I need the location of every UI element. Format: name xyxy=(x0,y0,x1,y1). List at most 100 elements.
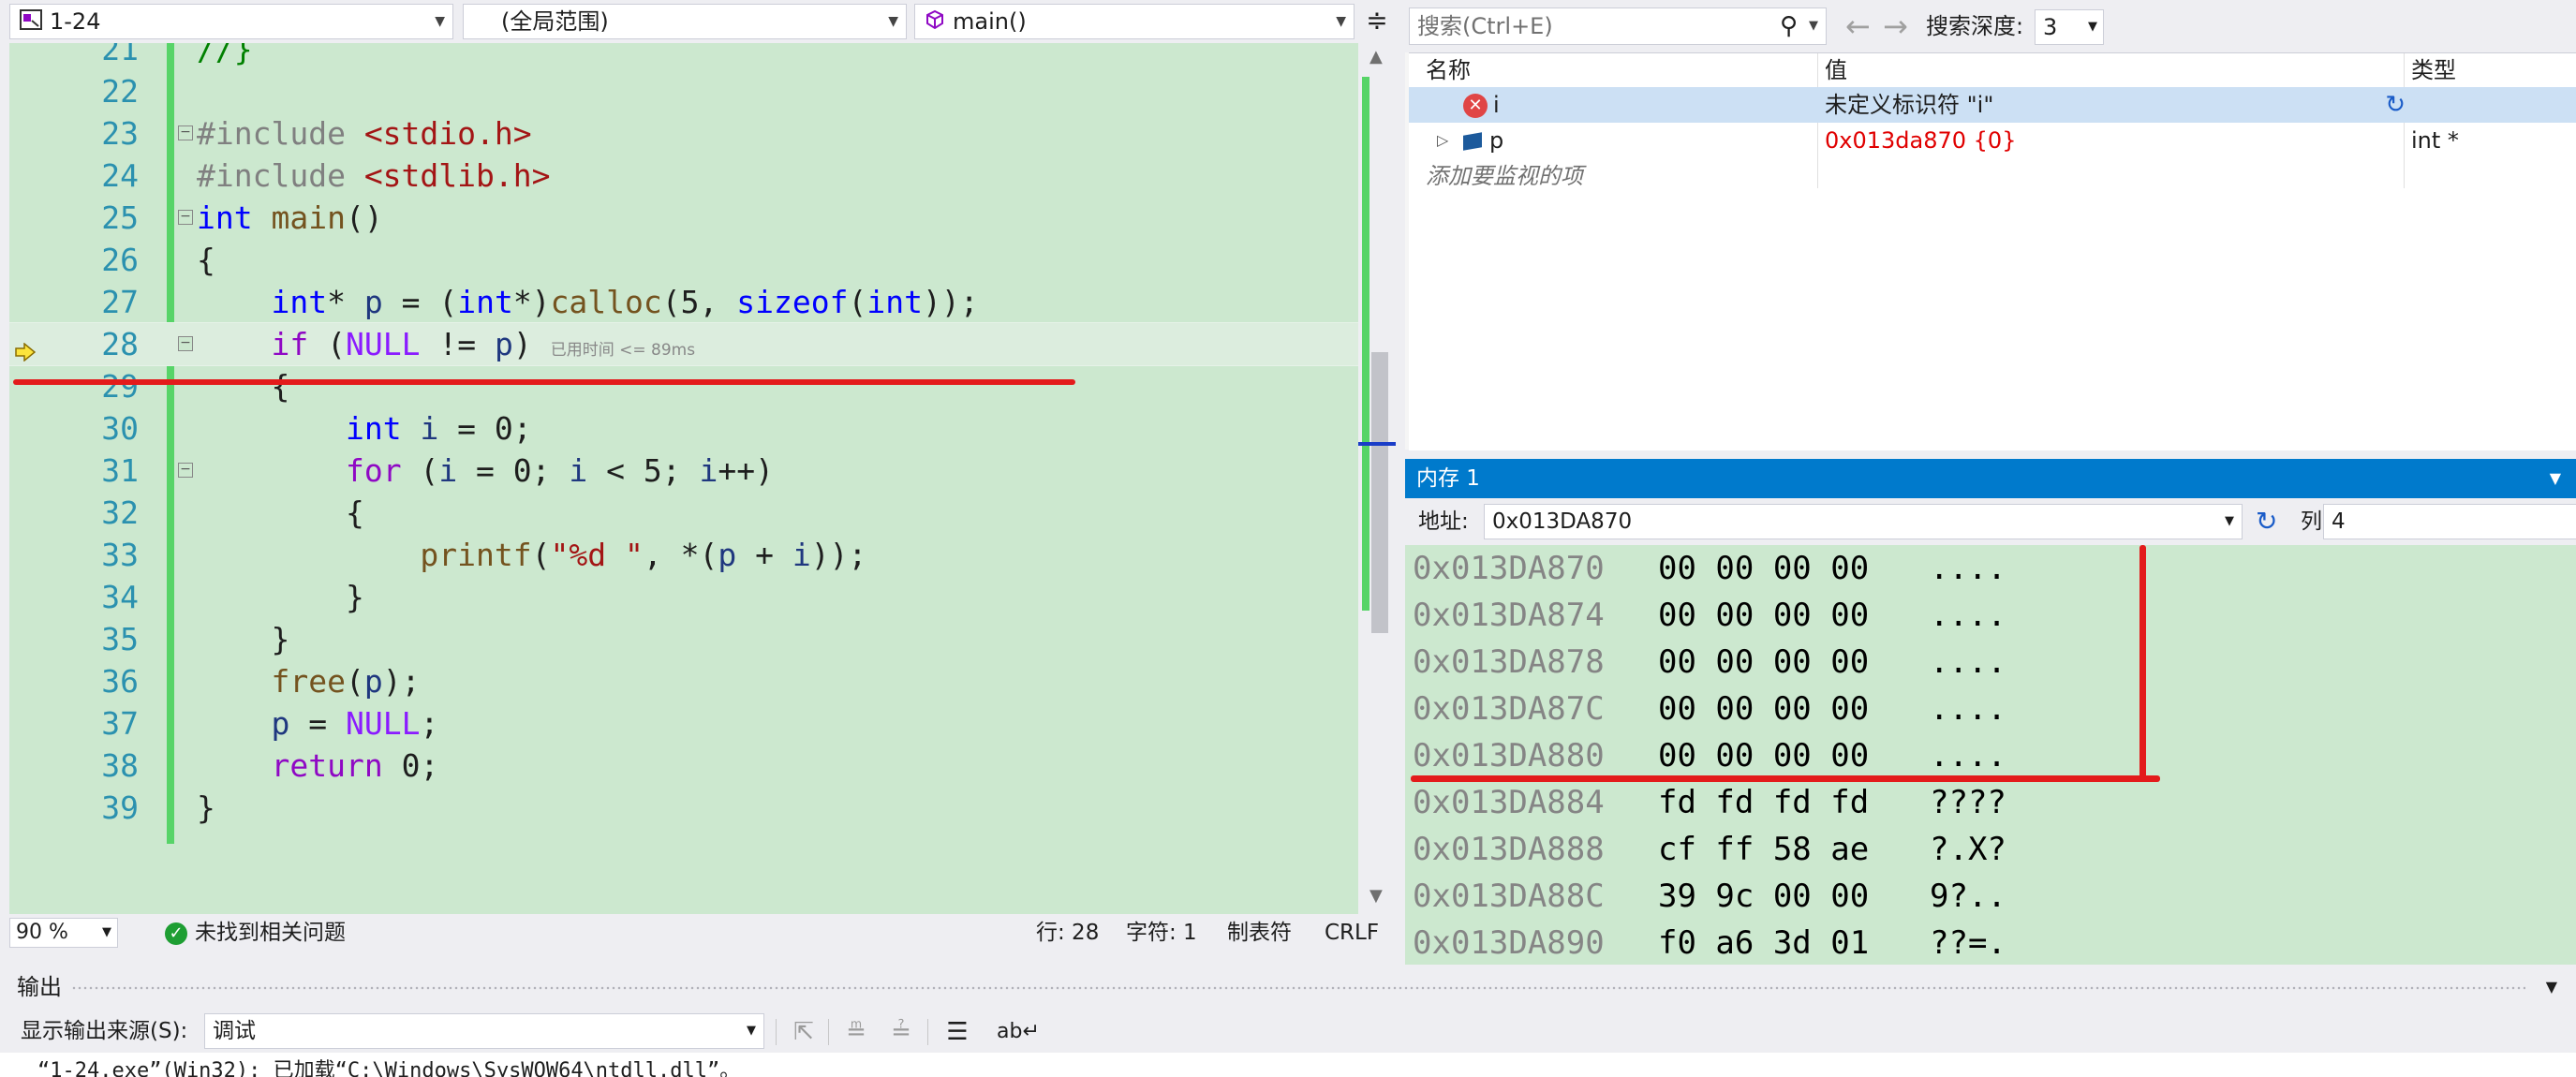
pane-splitter[interactable] xyxy=(1396,0,1405,965)
code-line[interactable]: 25 − int main() xyxy=(9,197,1358,239)
scope-dropdown-label: (全局范围) xyxy=(501,8,609,35)
chevron-down-icon[interactable]: ▼ xyxy=(1809,8,1818,44)
column-header-name[interactable]: 名称 xyxy=(1426,53,1471,87)
columns-input[interactable]: 4 xyxy=(2323,504,2576,539)
find-message-icon[interactable]: ⇱ xyxy=(787,1015,821,1049)
watch-value[interactable]: 未定义标识符 "i" xyxy=(1825,87,1993,123)
code-line[interactable]: 39} xyxy=(9,787,1358,829)
memory-bytes[interactable]: 00 00 00 00 xyxy=(1658,545,1869,592)
function-dropdown-label: main() xyxy=(953,8,1027,35)
code-line[interactable]: 33 printf("%d ", *(p + i)); xyxy=(9,534,1358,576)
chevron-down-icon[interactable]: ▼ xyxy=(2225,505,2234,538)
issues-indicator[interactable]: ✓ 未找到相关问题 xyxy=(165,914,346,952)
code-line[interactable]: 34 } xyxy=(9,576,1358,618)
window-menu-icon[interactable]: ▼ xyxy=(2546,970,2557,1004)
output-source-label: 显示输出来源(S): xyxy=(21,1019,188,1043)
refresh-icon[interactable]: ↻ xyxy=(2385,87,2406,123)
code-line[interactable]: 21 //} xyxy=(9,43,1358,70)
address-input[interactable]: 0x013DA870 ▼ xyxy=(1484,504,2243,539)
code-token: ); xyxy=(382,663,421,700)
search-depth-label: 搜索深度: xyxy=(1926,13,2024,39)
memory-bytes[interactable]: 00 00 00 00 xyxy=(1658,639,1869,686)
code-line[interactable]: 37 p = NULL; xyxy=(9,702,1358,745)
chevron-down-icon: ▼ xyxy=(102,925,111,939)
scroll-up-icon[interactable]: ▲ xyxy=(1369,47,1383,66)
clear-all-icon[interactable]: ☰ xyxy=(940,1015,974,1049)
memory-bytes[interactable]: 00 00 00 00 xyxy=(1658,592,1869,639)
collapse-icon[interactable]: − xyxy=(178,336,193,351)
search-forward-icon[interactable]: → xyxy=(1883,7,1908,45)
line-indicator[interactable]: 行: 28 xyxy=(1036,914,1099,952)
word-wrap-icon[interactable]: ab↵ xyxy=(997,1015,1040,1049)
watch-row-p[interactable]: ▷ p 0x013da870 {0} int * xyxy=(1409,123,2576,158)
code-line[interactable]: 23 − #include <stdio.h> xyxy=(9,112,1358,155)
code-text: { xyxy=(197,492,364,534)
memory-bytes[interactable]: 39 9c 00 00 xyxy=(1658,873,1869,920)
previous-message-icon[interactable]: ≞ xyxy=(839,1015,873,1049)
code-line[interactable]: 24 #include <stdlib.h> xyxy=(9,155,1358,197)
method-icon xyxy=(925,6,945,38)
memory-bytes[interactable]: 00 00 00 00 xyxy=(1658,686,1869,732)
code-line[interactable]: 29 { xyxy=(9,365,1358,407)
memory-bytes[interactable]: 00 00 00 00 xyxy=(1658,732,1869,779)
watch-search-input[interactable]: 搜索(Ctrl+E) ⚲ ▼ xyxy=(1409,7,1827,45)
code-token: calloc xyxy=(550,284,662,320)
code-line[interactable]: 32 { xyxy=(9,492,1358,534)
code-line[interactable]: 36 free(p); xyxy=(9,660,1358,702)
eol-indicator[interactable]: CRLF xyxy=(1325,914,1379,952)
search-depth-dropdown[interactable]: 3 ▼ xyxy=(2035,9,2104,45)
function-dropdown[interactable]: main() ▼ xyxy=(914,4,1355,39)
window-menu-icon[interactable]: ▼ xyxy=(2550,459,2561,498)
memory-bytes[interactable]: cf ff 58 ae xyxy=(1658,826,1869,873)
refresh-icon[interactable]: ↻ xyxy=(2256,498,2277,545)
code-token: i xyxy=(792,537,811,573)
char-indicator[interactable]: 字符: 1 xyxy=(1126,914,1197,952)
project-dropdown[interactable]: 1-24 ▼ xyxy=(9,4,453,39)
search-icon[interactable]: ⚲ xyxy=(1780,8,1798,44)
code-line[interactable]: 38 return 0; xyxy=(9,745,1358,787)
zoom-dropdown[interactable]: 90 % ▼ xyxy=(9,918,118,948)
code-line[interactable]: 30 int i = 0; xyxy=(9,407,1358,450)
code-token: i xyxy=(438,452,458,489)
add-watch-row[interactable]: 添加要监视的项 xyxy=(1409,158,2576,194)
split-editor-icon[interactable]: ≑ xyxy=(1360,4,1394,39)
watch-row-i[interactable]: ✕ i 未定义标识符 "i" ↻ xyxy=(1409,87,2576,123)
line-number: 29 xyxy=(101,368,139,405)
scroll-down-icon[interactable]: ▼ xyxy=(1369,886,1383,906)
code-token: )); xyxy=(810,537,867,573)
next-message-icon[interactable]: ≟ xyxy=(884,1015,918,1049)
collapse-icon[interactable]: − xyxy=(178,463,193,478)
code-editor[interactable]: 21//} 22 23− #include <stdio.h> 24 #include <… xyxy=(9,43,1358,914)
column-header-type[interactable]: 类型 xyxy=(2411,53,2456,87)
line-number: 32 xyxy=(101,494,139,531)
code-token: if xyxy=(271,326,309,362)
code-line[interactable]: 28 − if (NULL != p) 已用时间 <= 89ms xyxy=(9,322,1358,366)
column-header-value[interactable]: 值 xyxy=(1825,53,1847,87)
code-line[interactable]: 27 int* p = (int*)calloc(5, sizeof(int))… xyxy=(9,281,1358,323)
scope-dropdown[interactable]: (全局范围) ▼ xyxy=(463,4,907,39)
expand-arrow-icon[interactable]: ▷ xyxy=(1437,123,1448,158)
memory-bytes[interactable]: fd fd fd fd xyxy=(1658,779,1869,826)
code-line[interactable]: 26 { xyxy=(9,239,1358,281)
code-text: return 0; xyxy=(197,745,438,787)
search-back-icon[interactable]: ← xyxy=(1845,7,1871,45)
code-token: return xyxy=(271,747,383,784)
code-token: <stdlib.h> xyxy=(363,157,551,194)
output-source-dropdown[interactable]: 调试 ▼ xyxy=(204,1013,764,1049)
watch-value[interactable]: 0x013da870 {0} xyxy=(1825,123,2016,158)
tabs-indicator[interactable]: 制表符 xyxy=(1227,914,1292,952)
output-text: “1-24.exe”(Win32): 已加载“C:\Windows\SysWOW… xyxy=(0,1053,2576,1077)
collapse-icon[interactable]: − xyxy=(178,210,193,225)
code-token: { xyxy=(197,494,364,531)
instruction-pointer-icon xyxy=(15,342,37,365)
line-number: 22 xyxy=(101,73,139,110)
scrollbar-thumb[interactable] xyxy=(1371,352,1388,633)
collapse-icon[interactable]: − xyxy=(178,125,193,140)
code-line[interactable]: 22 xyxy=(9,70,1358,112)
editor-vertical-scrollbar[interactable]: ▲ ▼ xyxy=(1358,43,1396,914)
memory-bytes[interactable]: f0 a6 3d 01 xyxy=(1658,920,1869,965)
code-line[interactable]: 31− for (i = 0; i < 5; i++) xyxy=(9,450,1358,492)
code-line[interactable]: 35 } xyxy=(9,618,1358,660)
add-watch-placeholder[interactable]: 添加要监视的项 xyxy=(1426,158,1583,194)
